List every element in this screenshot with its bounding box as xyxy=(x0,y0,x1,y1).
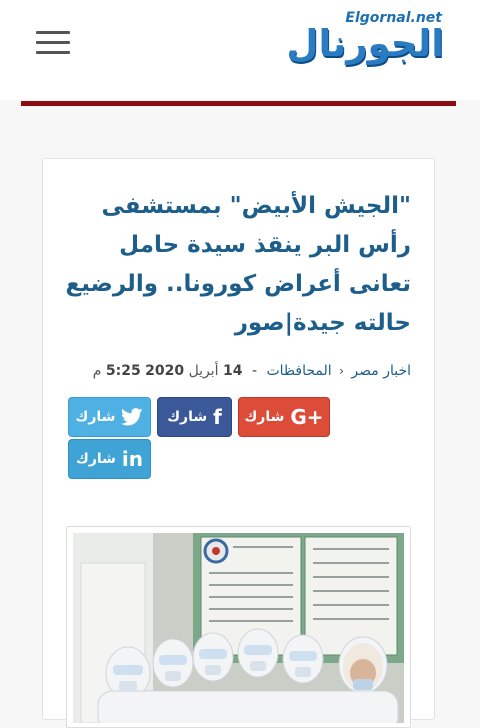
article-card: "الجيش الأبيض" بمستشفى رأس البر ينقذ سيد… xyxy=(42,158,435,728)
article-date: 14 أبريل 2020 5:25 م xyxy=(93,363,243,379)
date-year: 2020 xyxy=(145,363,185,379)
header-divider xyxy=(21,101,456,106)
logo-arabic-text: الجورنال xyxy=(286,22,445,65)
breadcrumb-category-link[interactable]: اخبار مصر xyxy=(351,363,411,379)
share-twitter-button[interactable]: شارك xyxy=(68,397,151,437)
medical-staff-photo xyxy=(73,533,404,723)
share-linkedin-button[interactable]: شارك in xyxy=(68,439,151,479)
site-header: Elgornal.net الجورنال xyxy=(0,0,480,100)
date-ampm: م xyxy=(92,363,102,379)
share-googleplus-button[interactable]: شارك G+ xyxy=(238,397,330,437)
share-twitter-label: شارك xyxy=(75,409,116,425)
hamburger-menu-icon[interactable] xyxy=(36,31,70,57)
share-facebook-button[interactable]: شارك f xyxy=(157,397,232,437)
twitter-bird-icon xyxy=(121,408,143,426)
meta-separator: - xyxy=(251,363,258,379)
date-month: أبريل xyxy=(188,363,219,379)
linkedin-icon: in xyxy=(121,447,143,471)
article-meta: اخبار مصر ‹ المحافظات - 14 أبريل 2020 5:… xyxy=(51,363,411,379)
share-linkedin-label: شارك xyxy=(75,451,116,467)
share-googleplus-label: شارك xyxy=(244,409,285,425)
chevron-left-icon: ‹ xyxy=(339,364,344,378)
article-photo[interactable] xyxy=(73,533,404,723)
article-image-frame xyxy=(66,526,411,728)
share-facebook-label: شارك xyxy=(167,409,208,425)
facebook-icon: f xyxy=(213,405,222,429)
article-title: "الجيش الأبيض" بمستشفى رأس البر ينقذ سيد… xyxy=(65,193,411,336)
date-time: 5:25 xyxy=(105,363,141,379)
date-day: 14 xyxy=(223,363,243,379)
site-logo[interactable]: Elgornal.net الجورنال xyxy=(286,8,450,76)
googleplus-icon: G+ xyxy=(290,405,324,429)
breadcrumb-section-link[interactable]: المحافظات xyxy=(266,363,331,379)
